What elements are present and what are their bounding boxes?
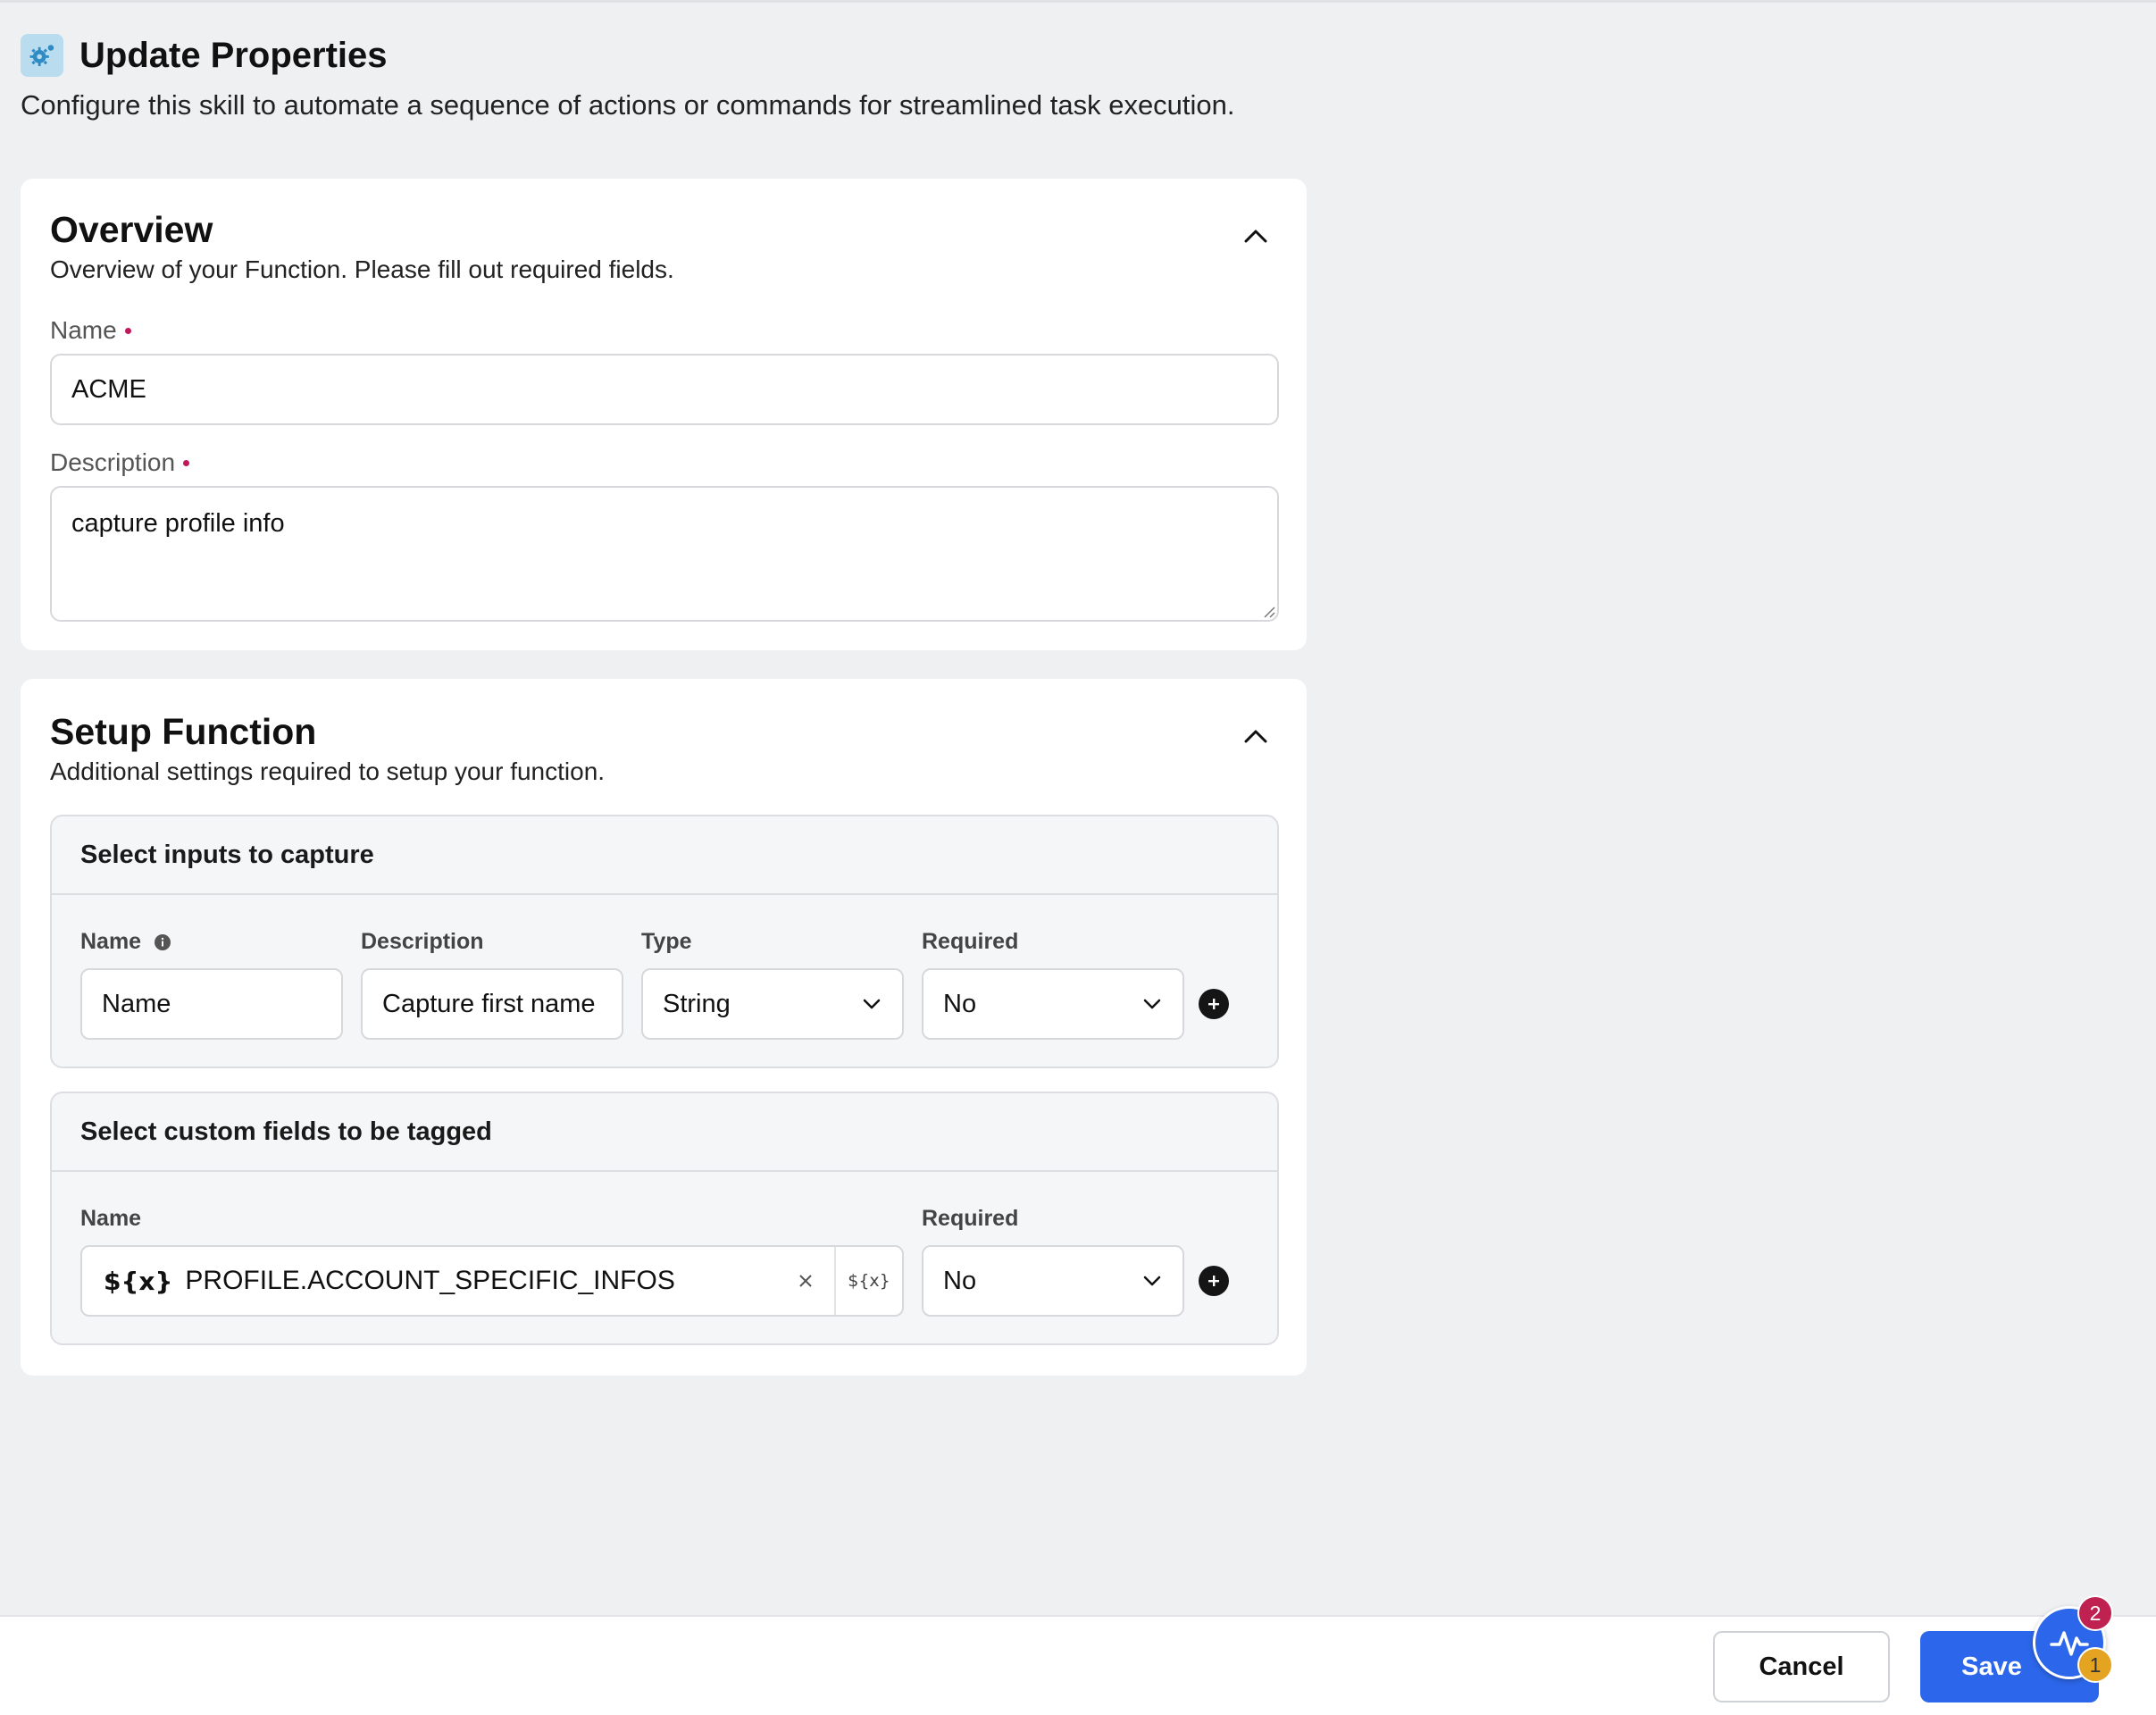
chevron-up-icon — [1244, 730, 1267, 743]
input-description-field[interactable]: Capture first name — [361, 968, 623, 1040]
page-title: Update Properties — [79, 35, 388, 75]
setup-function-card: Setup Function Additional settings requi… — [21, 679, 1307, 1376]
custom-field-required-select[interactable]: No — [922, 1245, 1184, 1317]
notification-count-badge: 2 — [2077, 1595, 2113, 1631]
setup-function-title: Setup Function — [50, 711, 317, 752]
custom-field-name-value: PROFILE.ACCOUNT_SPECIFIC_INFOS — [185, 1266, 675, 1295]
column-header-required: Required — [922, 929, 1019, 954]
column-header-type: Type — [641, 929, 692, 954]
column-header-required: Required — [922, 1206, 1019, 1231]
plus-icon — [1208, 999, 1219, 1009]
page-subtitle: Configure this skill to automate a seque… — [21, 89, 1235, 121]
required-indicator — [124, 327, 131, 334]
column-header-description: Description — [361, 929, 484, 954]
input-name-field[interactable]: Name — [80, 968, 343, 1040]
input-type-value: String — [663, 989, 731, 1018]
footer-bar: Cancel Save — [0, 1615, 2156, 1715]
custom-fields-panel: Select custom fields to be tagged Name R… — [50, 1092, 1279, 1345]
overview-title: Overview — [50, 209, 213, 250]
inputs-panel-title: Select inputs to capture — [52, 816, 1277, 895]
input-name-value: Name — [102, 989, 171, 1018]
cancel-button[interactable]: Cancel — [1713, 1631, 1890, 1702]
description-label-text: Description — [50, 448, 176, 476]
custom-field-required-value: No — [943, 1266, 977, 1295]
name-input[interactable] — [50, 354, 1279, 425]
info-icon[interactable] — [154, 933, 171, 951]
input-description-value: Capture first name — [382, 989, 596, 1018]
custom-fields-panel-title: Select custom fields to be tagged — [52, 1093, 1277, 1172]
chevron-down-icon — [863, 999, 881, 1009]
save-button-label: Save — [1961, 1652, 2022, 1681]
insert-variable-button[interactable]: ${x} — [836, 1247, 902, 1315]
description-field-label: Description — [50, 448, 190, 477]
column-header-name-text: Name — [80, 929, 142, 954]
warning-count-badge: 1 — [2077, 1647, 2113, 1683]
overview-card: Overview Overview of your Function. Plea… — [21, 179, 1307, 650]
input-required-value: No — [943, 989, 977, 1018]
input-required-select[interactable]: No — [922, 968, 1184, 1040]
gear-icon — [21, 34, 63, 77]
add-input-button[interactable] — [1199, 989, 1229, 1019]
input-type-select[interactable]: String — [641, 968, 904, 1040]
inputs-panel: Select inputs to capture Name Descriptio… — [50, 815, 1279, 1068]
clear-icon[interactable] — [791, 1267, 820, 1300]
add-custom-field-button[interactable] — [1199, 1266, 1229, 1296]
plus-icon — [1208, 1276, 1219, 1286]
collapse-setup-button[interactable] — [1234, 715, 1277, 757]
description-field-wrapper: capture profile info — [50, 486, 1279, 622]
setup-function-description: Additional settings required to setup yo… — [50, 757, 606, 785]
chevron-up-icon — [1244, 230, 1267, 243]
column-header-name: Name — [80, 929, 171, 955]
collapse-overview-button[interactable] — [1234, 214, 1277, 257]
custom-field-variable-input[interactable]: ${x} PROFILE.ACCOUNT_SPECIFIC_INFOS ${x} — [80, 1245, 904, 1317]
overview-description: Overview of your Function. Please fill o… — [50, 255, 674, 283]
name-field-label: Name — [50, 316, 131, 345]
required-indicator — [183, 459, 190, 466]
chevron-down-icon — [1143, 1276, 1161, 1286]
top-divider — [0, 0, 2156, 3]
resize-handle-icon[interactable] — [1261, 604, 1275, 618]
chevron-down-icon — [1143, 999, 1161, 1009]
column-header-name: Name — [80, 1206, 142, 1231]
name-label-text: Name — [50, 316, 117, 344]
description-textarea[interactable]: capture profile info — [50, 486, 1279, 622]
page-header: Update Properties Configure this skill t… — [21, 34, 1235, 121]
variable-badge: ${x} — [104, 1266, 173, 1296]
